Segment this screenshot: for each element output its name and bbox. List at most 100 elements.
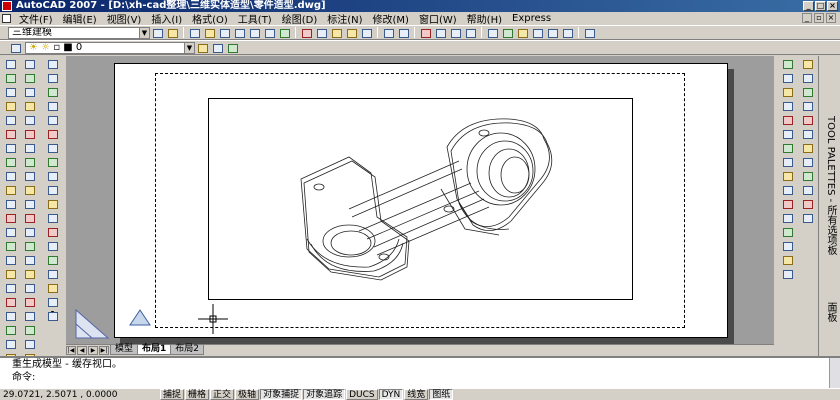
loft-icon[interactable] — [4, 240, 17, 252]
sphere-icon[interactable] — [4, 100, 17, 112]
cut-icon[interactable] — [300, 27, 313, 39]
layout-icon[interactable] — [23, 324, 36, 336]
menu-dimension[interactable]: 标注(N) — [322, 11, 367, 26]
leader-icon[interactable] — [801, 156, 814, 168]
make-block-icon[interactable] — [46, 226, 59, 238]
helix-icon[interactable] — [4, 156, 17, 168]
match-properties-icon[interactable] — [345, 27, 358, 39]
view-top-icon[interactable] — [23, 268, 36, 280]
chevron-down-icon[interactable]: ▼ — [139, 27, 149, 38]
drawing-area[interactable] — [66, 56, 774, 344]
publish-icon[interactable] — [263, 27, 276, 39]
zoom-realtime-icon[interactable] — [434, 27, 447, 39]
menu-express[interactable]: Express — [507, 13, 556, 24]
last-tab-button[interactable]: ▶| — [99, 346, 109, 355]
polygon-icon[interactable] — [46, 100, 59, 112]
layer-manager-icon[interactable] — [9, 42, 22, 54]
polyline-icon[interactable] — [46, 86, 59, 98]
planar-surface-icon[interactable] — [4, 170, 17, 182]
tolerance-icon[interactable] — [801, 170, 814, 182]
3d-align-icon[interactable] — [4, 324, 17, 336]
dim-edit-icon[interactable] — [801, 198, 814, 210]
next-tab-button[interactable]: ▶ — [88, 346, 98, 355]
insert-block-icon[interactable] — [46, 212, 59, 224]
conceptual-icon[interactable] — [23, 114, 36, 126]
close-button[interactable]: × — [827, 1, 838, 11]
chamfer-icon[interactable] — [781, 240, 794, 252]
realistic-icon[interactable] — [23, 100, 36, 112]
sphere-render-icon[interactable] — [23, 338, 36, 350]
menu-draw[interactable]: 绘图(D) — [277, 11, 323, 26]
dim-radius-icon[interactable] — [801, 86, 814, 98]
visual-style-icon[interactable] — [23, 58, 36, 70]
camera-icon[interactable] — [23, 156, 36, 168]
walk-icon[interactable] — [23, 170, 36, 182]
hatch-icon[interactable] — [46, 254, 59, 266]
3d-dwf-icon[interactable] — [278, 27, 291, 39]
join-icon[interactable] — [781, 226, 794, 238]
zoom-window-icon[interactable] — [449, 27, 462, 39]
doc-restore-button[interactable]: ▫ — [814, 13, 824, 23]
otrack-toggle[interactable]: 对象追踪 — [303, 389, 346, 400]
ellipse-arc-icon[interactable] — [46, 198, 59, 210]
table-icon[interactable] — [46, 296, 59, 308]
move-icon[interactable] — [781, 128, 794, 140]
dyn-toggle[interactable]: DYN — [378, 389, 404, 400]
presspull-icon[interactable] — [4, 198, 17, 210]
menu-tools[interactable]: 工具(T) — [233, 11, 277, 26]
dim-diameter-icon[interactable] — [801, 100, 814, 112]
dim-aligned-icon[interactable] — [801, 72, 814, 84]
tab-layout2[interactable]: 布局2 — [170, 345, 205, 355]
grid-toggle[interactable]: 栅格 — [185, 389, 210, 400]
panel-label[interactable]: 面板 — [823, 302, 838, 322]
workspace-select[interactable]: 三维建模 ▼ — [8, 26, 150, 39]
design-center-icon[interactable] — [501, 27, 514, 39]
3d-rotate-icon[interactable] — [4, 310, 17, 322]
first-tab-button[interactable]: |◀ — [66, 346, 76, 355]
light-icon[interactable] — [23, 198, 36, 210]
minimize-button[interactable]: _ — [803, 1, 814, 11]
help-icon[interactable] — [583, 27, 596, 39]
dim-continue-icon[interactable] — [801, 142, 814, 154]
stretch-icon[interactable] — [781, 170, 794, 182]
fillet-icon[interactable] — [781, 254, 794, 266]
extend-icon[interactable] — [781, 198, 794, 210]
mirror-icon[interactable] — [781, 86, 794, 98]
ortho-toggle[interactable]: 正交 — [210, 389, 235, 400]
subtract-icon[interactable] — [4, 268, 17, 280]
multiline-text-icon[interactable]: A — [46, 310, 59, 322]
cylinder-icon[interactable] — [4, 114, 17, 126]
union-icon[interactable] — [4, 254, 17, 266]
maximize-button[interactable]: □ — [815, 1, 826, 11]
snap-toggle[interactable]: 捕捉 — [160, 389, 185, 400]
prev-tab-button[interactable]: ◀ — [77, 346, 87, 355]
doc-minimize-button[interactable]: _ — [802, 13, 812, 23]
torus-icon[interactable] — [4, 128, 17, 140]
workspace-save-icon[interactable] — [166, 27, 179, 39]
layer-state-icon[interactable] — [226, 42, 239, 54]
fly-icon[interactable] — [23, 184, 36, 196]
properties-icon[interactable] — [486, 27, 499, 39]
tool-palette[interactable]: TOOL PALETTES - 所有选项板 面板 — [818, 56, 840, 356]
ucs-icon-button[interactable] — [23, 240, 36, 252]
undo-icon[interactable] — [382, 27, 395, 39]
menu-modify[interactable]: 修改(M) — [368, 11, 414, 26]
trim-icon[interactable] — [781, 184, 794, 196]
layout-viewport[interactable] — [208, 98, 633, 300]
workspace-settings-icon[interactable] — [151, 27, 164, 39]
make-current-layer-icon[interactable] — [196, 42, 209, 54]
view-se-iso-icon[interactable] — [23, 310, 36, 322]
preview-icon[interactable] — [248, 27, 261, 39]
array-icon[interactable] — [781, 114, 794, 126]
wedge-icon[interactable] — [4, 72, 17, 84]
erase-icon[interactable] — [781, 58, 794, 70]
command-scrollbar[interactable] — [829, 358, 840, 388]
coordinate-readout[interactable]: 29.0721, 2.5071 , 0.0000 — [0, 390, 160, 400]
tool-palettes-icon[interactable] — [516, 27, 529, 39]
intersect-icon[interactable] — [4, 282, 17, 294]
hidden-icon[interactable] — [23, 86, 36, 98]
spline-icon[interactable] — [46, 170, 59, 182]
menu-edit[interactable]: 编辑(E) — [58, 11, 102, 26]
world-ucs-icon[interactable] — [23, 254, 36, 266]
menu-file[interactable]: 文件(F) — [14, 11, 58, 26]
